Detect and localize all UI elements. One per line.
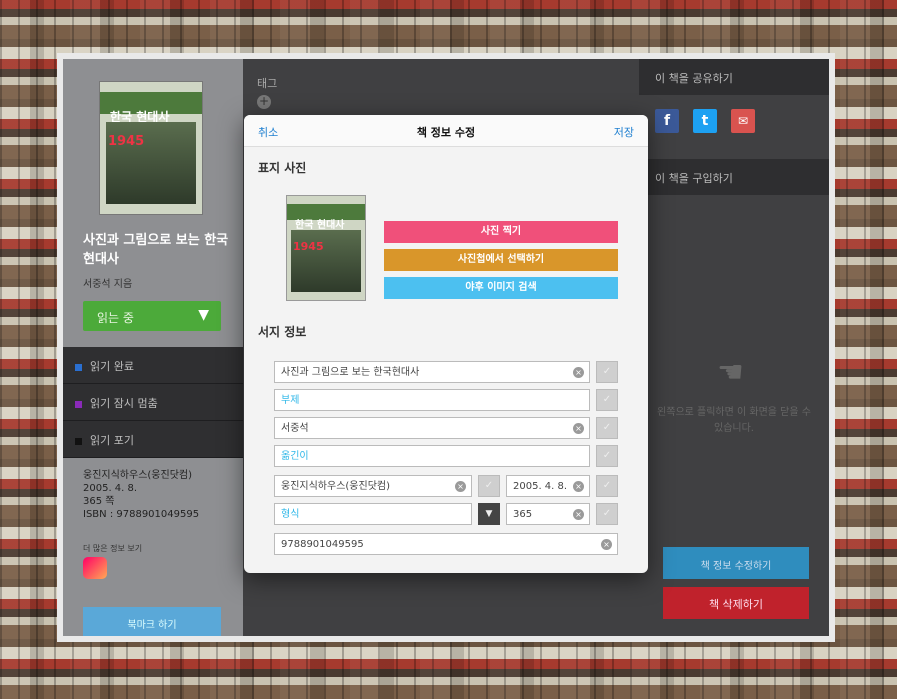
reading-status-label: 읽는 중 <box>97 311 134 325</box>
book-title: 사진과 그림으로 보는 한국현대사 <box>83 233 229 267</box>
translator-check-button[interactable]: ✓ <box>596 445 618 467</box>
pages-field[interactable]: 365 × <box>506 503 590 525</box>
edit-book-info-button[interactable]: 책 정보 수정하기 <box>663 547 809 579</box>
cover-section-header: 표지 사진 <box>258 161 307 175</box>
close-hint-text: 왼쪽으로 플릭하면 이 화면을 닫을 수 있습니다. <box>657 407 811 434</box>
menu-item-finished[interactable]: 읽기 완료 <box>63 347 243 384</box>
author-check-button[interactable]: ✓ <box>596 417 618 439</box>
publication-info: 웅진지식하우스(웅진닷컴) 2005. 4. 8. 365 쪽 ISBN : 9… <box>83 470 200 520</box>
cover-year-text: 1945 <box>108 134 145 149</box>
take-photo-button[interactable]: 사진 찍기 <box>384 221 618 243</box>
clear-icon[interactable]: × <box>573 509 584 520</box>
clear-icon[interactable]: × <box>573 367 584 378</box>
format-dropdown-icon[interactable]: ▼ <box>478 503 500 525</box>
bookmark-button[interactable]: 북마크 하기 <box>83 607 221 636</box>
action-panel: 이 책을 공유하기 f t ✉ 이 책을 구입하기 ☚ 왼쪽으로 플릭하면 이 화면… <box>639 59 829 636</box>
tag-label: 태그 <box>257 77 278 90</box>
format-field[interactable]: 형식 <box>274 503 472 525</box>
menu-item-abandoned[interactable]: 읽기 포기 <box>63 421 243 458</box>
modal-navbar: 취소 책 정보 수정 저장 <box>244 115 648 147</box>
share-buttons: f t ✉ <box>655 109 769 133</box>
share-section-header: 이 책을 공유하기 <box>639 59 829 95</box>
yahoo-image-search-button[interactable]: 야후 이미지 검색 <box>384 277 618 299</box>
publisher-check-button[interactable]: ✓ <box>478 475 500 497</box>
app-screen: 한국 현대사 1945 사진과 그림으로 보는 한국현대사 서중석 지음 읽는 … <box>63 59 829 636</box>
more-info-label: 더 많은 정보 보기 <box>83 544 143 553</box>
app-link-icon[interactable] <box>83 557 107 579</box>
date-check-button[interactable]: ✓ <box>596 475 618 497</box>
save-button[interactable]: 저장 <box>614 124 634 140</box>
purple-square-icon <box>75 400 82 408</box>
date-field[interactable]: 2005. 4. 8. × <box>506 475 590 497</box>
title-check-button[interactable]: ✓ <box>596 361 618 383</box>
title-field[interactable]: 사진과 그림으로 보는 한국현대사 × <box>274 361 590 383</box>
book-sidebar: 한국 현대사 1945 사진과 그림으로 보는 한국현대사 서중석 지음 읽는 … <box>63 59 243 636</box>
facebook-icon[interactable]: f <box>655 109 679 133</box>
isbn-field[interactable]: 9788901049595 × <box>274 533 618 555</box>
clear-icon[interactable]: × <box>601 539 612 550</box>
modal-title: 책 정보 수정 <box>416 126 476 139</box>
subtitle-field[interactable]: 부제 <box>274 389 590 411</box>
delete-book-button[interactable]: 책 삭제하기 <box>663 587 809 619</box>
edit-book-modal: 취소 책 정보 수정 저장 표지 사진 한국 현대사 1945 사진 찍기 사진… <box>244 115 648 573</box>
pages-check-button[interactable]: ✓ <box>596 503 618 525</box>
book-cover-thumbnail: 한국 현대사 1945 <box>99 81 203 215</box>
subtitle-check-button[interactable]: ✓ <box>596 389 618 411</box>
modal-cover-preview: 한국 현대사 1945 <box>286 195 366 301</box>
blue-square-icon <box>75 363 82 371</box>
translator-field[interactable]: 옮긴이 <box>274 445 590 467</box>
author-field[interactable]: 서중석 × <box>274 417 590 439</box>
chevron-down-icon: ▼ <box>198 307 209 323</box>
clear-icon[interactable]: × <box>455 481 466 492</box>
choose-from-album-button[interactable]: 사진첩에서 선택하기 <box>384 249 618 271</box>
clear-icon[interactable]: × <box>573 481 584 492</box>
clear-icon[interactable]: × <box>573 423 584 434</box>
buy-section-header: 이 책을 구입하기 <box>639 159 829 195</box>
info-section-header: 서지 정보 <box>258 325 307 339</box>
book-author: 서중석 지음 <box>83 279 133 290</box>
hand-swipe-icon: ☚ <box>717 355 744 390</box>
black-square-icon <box>75 437 82 445</box>
menu-item-paused[interactable]: 읽기 잠시 멈춤 <box>63 384 243 421</box>
twitter-icon[interactable]: t <box>693 109 717 133</box>
mail-icon[interactable]: ✉ <box>731 109 755 133</box>
ipad-frame: 한국 현대사 1945 사진과 그림으로 보는 한국현대사 서중석 지음 읽는 … <box>57 53 835 642</box>
publisher-field[interactable]: 웅진지식하우스(웅진닷컴) × <box>274 475 472 497</box>
reading-status-dropdown[interactable]: 읽는 중 ▼ <box>83 301 221 331</box>
add-tag-icon[interactable]: + <box>257 95 271 109</box>
